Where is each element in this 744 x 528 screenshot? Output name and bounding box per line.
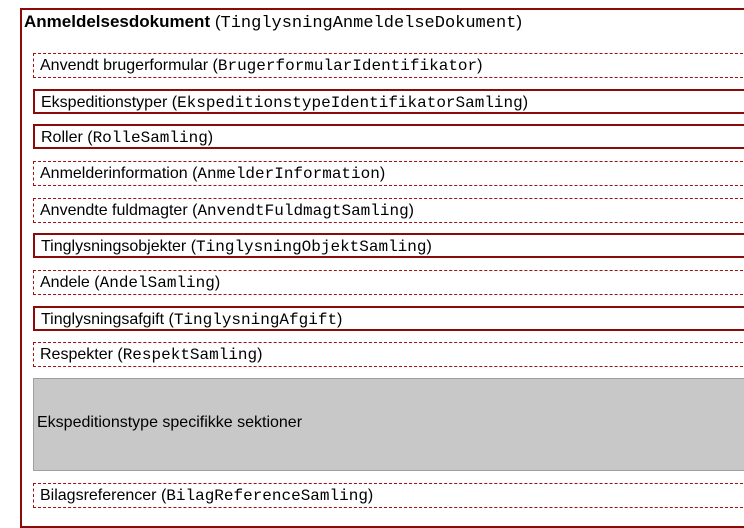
row-name: Anvendt brugerformular [40,57,209,74]
row-anmelderinformation: Anmelderinformation (AnmelderInformation… [33,161,744,186]
row-name: Anmelderinformation [40,165,188,182]
row-code: TinglysningObjektSamling [196,238,427,256]
row-roller: Roller (RolleSamling) [33,124,744,149]
row-name: Tinglysningsobjekter [41,238,187,255]
row-code: BrugerformularIdentifikator [217,57,478,75]
row-name: Tinglysningsafgift [41,311,165,328]
row-code: RolleSamling [92,129,208,147]
row-name: Andele [40,274,90,291]
row-tinglysningsobjekter: Tinglysningsobjekter (TinglysningObjektS… [33,233,744,258]
row-name: Roller [41,129,83,146]
row-ekspeditionstyper: Ekspeditionstyper (EkspeditionstypeIdent… [33,89,744,114]
row-name: Bilagsreferencer [40,487,157,504]
document-title-name: Anmeldelsesdokument [24,12,211,31]
row-respekter: Respekter (RespektSamling) [33,342,744,367]
row-anvendt-brugerformular: Anvendt brugerformular (BrugerformularId… [33,53,744,78]
row-code: AndelSamling [99,274,215,292]
row-name: Ekspeditionstyper [41,94,168,111]
row-name: Respekter [40,346,113,363]
specific-sections-label: Ekspeditionstype specifikke sektioner [37,414,303,431]
row-anvendte-fuldmagter: Anvendte fuldmagter (AnvendtFuldmagtSaml… [33,198,744,223]
document-title-code: TinglysningAnmeldelseDokument [220,14,517,33]
row-code: AnvendtFuldmagtSamling [197,202,409,220]
row-code: TinglysningAfgift [173,311,338,329]
row-bilagsreferencer: Bilagsreferencer (BilagReferenceSamling) [33,483,744,508]
row-code: AnmelderInformation [197,165,380,183]
row-andele: Andele (AndelSamling) [33,270,744,295]
row-name: Anvendte fuldmagter [40,202,188,219]
row-code: EkspeditionstypeIdentifikatorSamling [177,94,523,112]
paren-close: ) [516,12,523,31]
row-code: RespektSamling [122,346,258,364]
row-code: BilagReferenceSamling [166,487,368,505]
row-tinglysningsafgift: Tinglysningsafgift (TinglysningAfgift) [33,306,744,331]
document-title: Anmeldelsesdokument (TinglysningAnmeldel… [24,12,522,33]
